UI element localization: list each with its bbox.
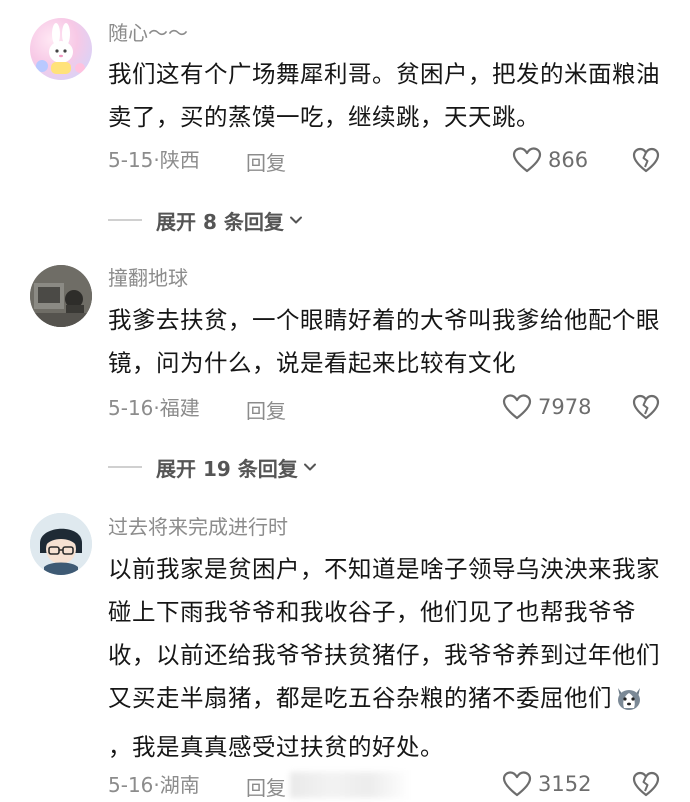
divider <box>108 219 142 221</box>
username[interactable]: 撞翻地球 <box>108 265 188 291</box>
avatar[interactable] <box>30 265 92 327</box>
heart-outline-icon <box>512 147 542 173</box>
photo-avatar-icon <box>30 265 92 327</box>
expand-replies-button[interactable]: 展开 19 条回复 <box>108 452 318 482</box>
anime-boy-avatar-icon <box>30 513 92 575</box>
expand-replies-label: 展开 19 条回复 <box>156 456 298 481</box>
broken-heart-icon <box>632 394 660 420</box>
username[interactable]: 随心～～ <box>108 20 188 46</box>
like-count: 7978 <box>538 395 592 419</box>
husky-dog-emoji-icon <box>614 683 644 726</box>
bunny-avatar-icon <box>36 23 85 74</box>
like-count: 3152 <box>538 772 592 796</box>
heart-outline-icon <box>502 394 532 420</box>
comment-text: 我们这有个广场舞犀利哥。贫困户，把发的米面粮油卖了，买的蒸馍一吃，继续跳，天天跳… <box>108 60 660 131</box>
comment-text-part: 以前我家是贫困户，不知道是啥子领导乌泱泱来我家碰上下雨我爷爷和我收谷子，他们见了… <box>108 555 660 712</box>
like-button[interactable]: 7978 <box>502 392 591 422</box>
blurred-overlay <box>290 772 410 798</box>
comment-meta: 5-16·福建 <box>108 396 200 420</box>
comment-meta: 5-15·陕西 <box>108 148 200 172</box>
like-button[interactable]: 866 <box>512 145 588 175</box>
reply-button[interactable]: 回复 <box>246 772 286 801</box>
avatar[interactable] <box>30 513 92 575</box>
comment-text: 我爹去扶贫，一个眼睛好着的大爷叫我爹给他配个眼镜，问为什么，说是看起来比较有文化 <box>108 306 660 377</box>
avatar[interactable] <box>30 18 92 80</box>
username[interactable]: 过去将来完成进行时 <box>108 514 288 540</box>
comment-text-part: ，我是真真感受过扶贫的好处。 <box>108 733 444 761</box>
chevron-down-icon <box>303 463 316 471</box>
dislike-button[interactable] <box>632 146 660 178</box>
dislike-button[interactable] <box>632 393 660 425</box>
expand-replies-label: 展开 8 条回复 <box>156 209 284 234</box>
dislike-button[interactable] <box>632 770 660 802</box>
like-button[interactable]: 3152 <box>502 769 591 799</box>
expand-replies-button[interactable]: 展开 8 条回复 <box>108 205 304 235</box>
chevron-down-icon <box>289 216 302 224</box>
broken-heart-icon <box>632 147 660 173</box>
reply-button[interactable]: 回复 <box>246 147 286 176</box>
heart-outline-icon <box>502 771 532 797</box>
comment-text: 以前我家是贫困户，不知道是啥子领导乌泱泱来我家碰上下雨我爷爷和我收谷子，他们见了… <box>108 548 668 769</box>
divider <box>108 466 142 468</box>
broken-heart-icon <box>632 771 660 797</box>
like-count: 866 <box>548 148 589 172</box>
comment-meta: 5-16·湖南 <box>108 773 200 797</box>
reply-button[interactable]: 回复 <box>246 395 286 424</box>
